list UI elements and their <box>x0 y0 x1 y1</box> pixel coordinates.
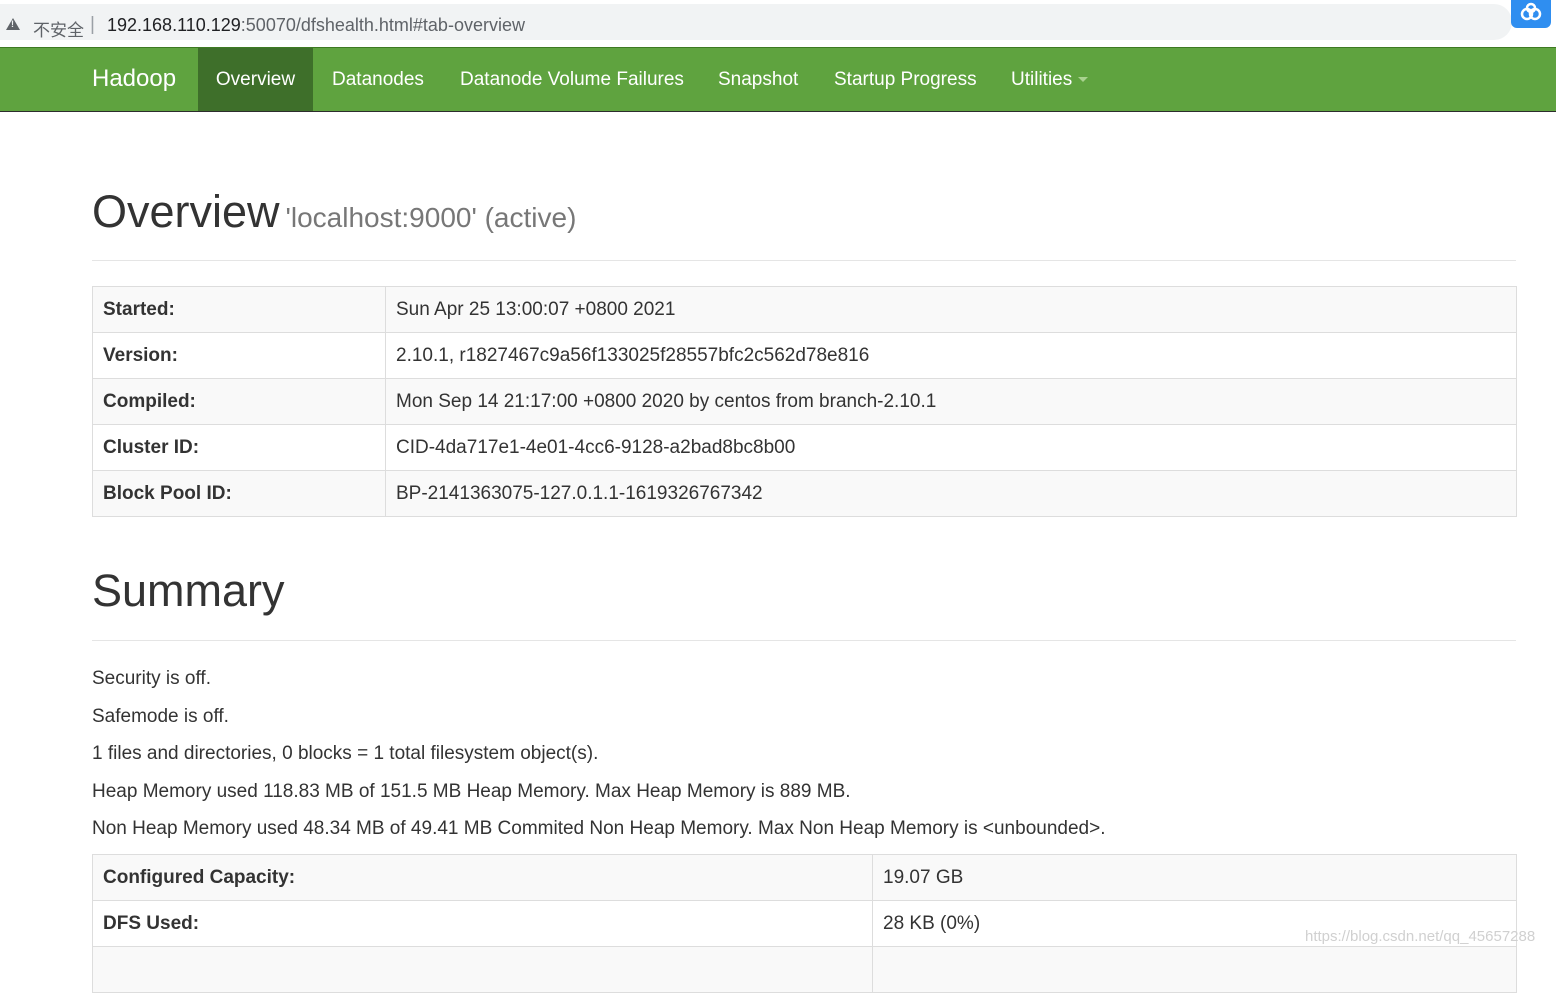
summary-table: Configured Capacity: 19.07 GB DFS Used: … <box>92 854 1517 993</box>
url-path: :50070/dfshealth.html#tab-overview <box>240 15 525 35</box>
warning-icon[interactable] <box>6 18 20 30</box>
nav-label: Utilities <box>1011 69 1073 90</box>
watermark: https://blog.csdn.net/qq_45657288 <box>1305 928 1536 945</box>
browser-address-bar: 不安全 | 192.168.110.129:50070/dfshealth.ht… <box>0 0 1556 46</box>
brand-logo[interactable]: Hadoop <box>92 65 176 93</box>
nav-datanode-volume-failures[interactable]: Datanode Volume Failures <box>460 48 684 111</box>
overview-subtitle: 'localhost:9000' (active) <box>285 202 577 233</box>
url-host: 192.168.110.129 <box>107 15 241 35</box>
row-label: Cluster ID: <box>92 424 386 471</box>
row-value: Sun Apr 25 13:00:07 +0800 2021 <box>385 286 1517 333</box>
extension-icon[interactable] <box>1511 0 1551 28</box>
url-bar[interactable]: 不安全 | 192.168.110.129:50070/dfshealth.ht… <box>0 4 1512 41</box>
cloud-icon <box>1520 2 1542 21</box>
divider <box>92 260 1516 261</box>
top-navbar: Hadoop Overview Datanodes Datanode Volum… <box>0 47 1556 112</box>
row-value: 2.10.1, r1827467c9a56f133025f28557bfc2c5… <box>385 332 1517 379</box>
table-row: Block Pool ID: BP-2141363075-127.0.1.1-1… <box>92 470 1517 517</box>
divider <box>92 640 1516 641</box>
nav-startup-progress[interactable]: Startup Progress <box>834 48 977 111</box>
table-row: Configured Capacity: 19.07 GB <box>92 854 1517 901</box>
row-label: Compiled: <box>92 378 386 425</box>
overview-heading: Overview'localhost:9000' (active) <box>92 186 576 238</box>
table-row: Cluster ID: CID-4da717e1-4e01-4cc6-9128-… <box>92 424 1517 471</box>
nav-label: Datanodes <box>332 69 424 90</box>
table-row: Version: 2.10.1, r1827467c9a56f133025f28… <box>92 332 1517 379</box>
nav-label: Startup Progress <box>834 69 977 90</box>
summary-heading: Summary <box>92 565 285 617</box>
caret-down-icon <box>1078 77 1089 83</box>
summary-title: Summary <box>92 565 285 616</box>
table-row: Started: Sun Apr 25 13:00:07 +0800 2021 <box>92 286 1517 333</box>
nav-overview[interactable]: Overview <box>198 48 313 111</box>
nav-label: Snapshot <box>718 69 799 90</box>
row-value <box>872 946 1517 993</box>
insecure-label[interactable]: 不安全 <box>33 16 84 41</box>
row-value: Mon Sep 14 21:17:00 +0800 2020 by centos… <box>385 378 1517 425</box>
table-row <box>92 946 1517 993</box>
overview-table: Started: Sun Apr 25 13:00:07 +0800 2021 … <box>92 286 1517 517</box>
row-value: CID-4da717e1-4e01-4cc6-9128-a2bad8bc8b00 <box>385 424 1517 471</box>
nav-utilities-dropdown[interactable]: Utilities <box>1011 48 1089 111</box>
table-row: Compiled: Mon Sep 14 21:17:00 +0800 2020… <box>92 378 1517 425</box>
nav-snapshot[interactable]: Snapshot <box>718 48 798 111</box>
table-row: DFS Used: 28 KB (0%) <box>92 900 1517 947</box>
safemode-status: Safemode is off. <box>92 706 229 727</box>
nav-label: Datanode Volume Failures <box>460 69 684 90</box>
row-label: Block Pool ID: <box>92 470 386 517</box>
row-label <box>92 946 873 993</box>
row-value: BP-2141363075-127.0.1.1-1619326767342 <box>385 470 1517 517</box>
heap-memory: Heap Memory used 118.83 MB of 151.5 MB H… <box>92 781 851 802</box>
nav-datanodes[interactable]: Datanodes <box>332 48 424 111</box>
row-label: Configured Capacity: <box>92 854 873 901</box>
row-label: DFS Used: <box>92 900 873 947</box>
security-status: Security is off. <box>92 668 211 689</box>
row-label: Started: <box>92 286 386 333</box>
filesystem-objects: 1 files and directories, 0 blocks = 1 to… <box>92 743 599 764</box>
row-value: 19.07 GB <box>872 854 1517 901</box>
non-heap-memory: Non Heap Memory used 48.34 MB of 49.41 M… <box>92 818 1106 839</box>
nav-label: Overview <box>215 69 296 90</box>
url-text[interactable]: 192.168.110.129:50070/dfshealth.html#tab… <box>107 15 525 36</box>
overview-title: Overview <box>92 186 280 237</box>
address-separator: | <box>90 14 95 35</box>
row-label: Version: <box>92 332 386 379</box>
